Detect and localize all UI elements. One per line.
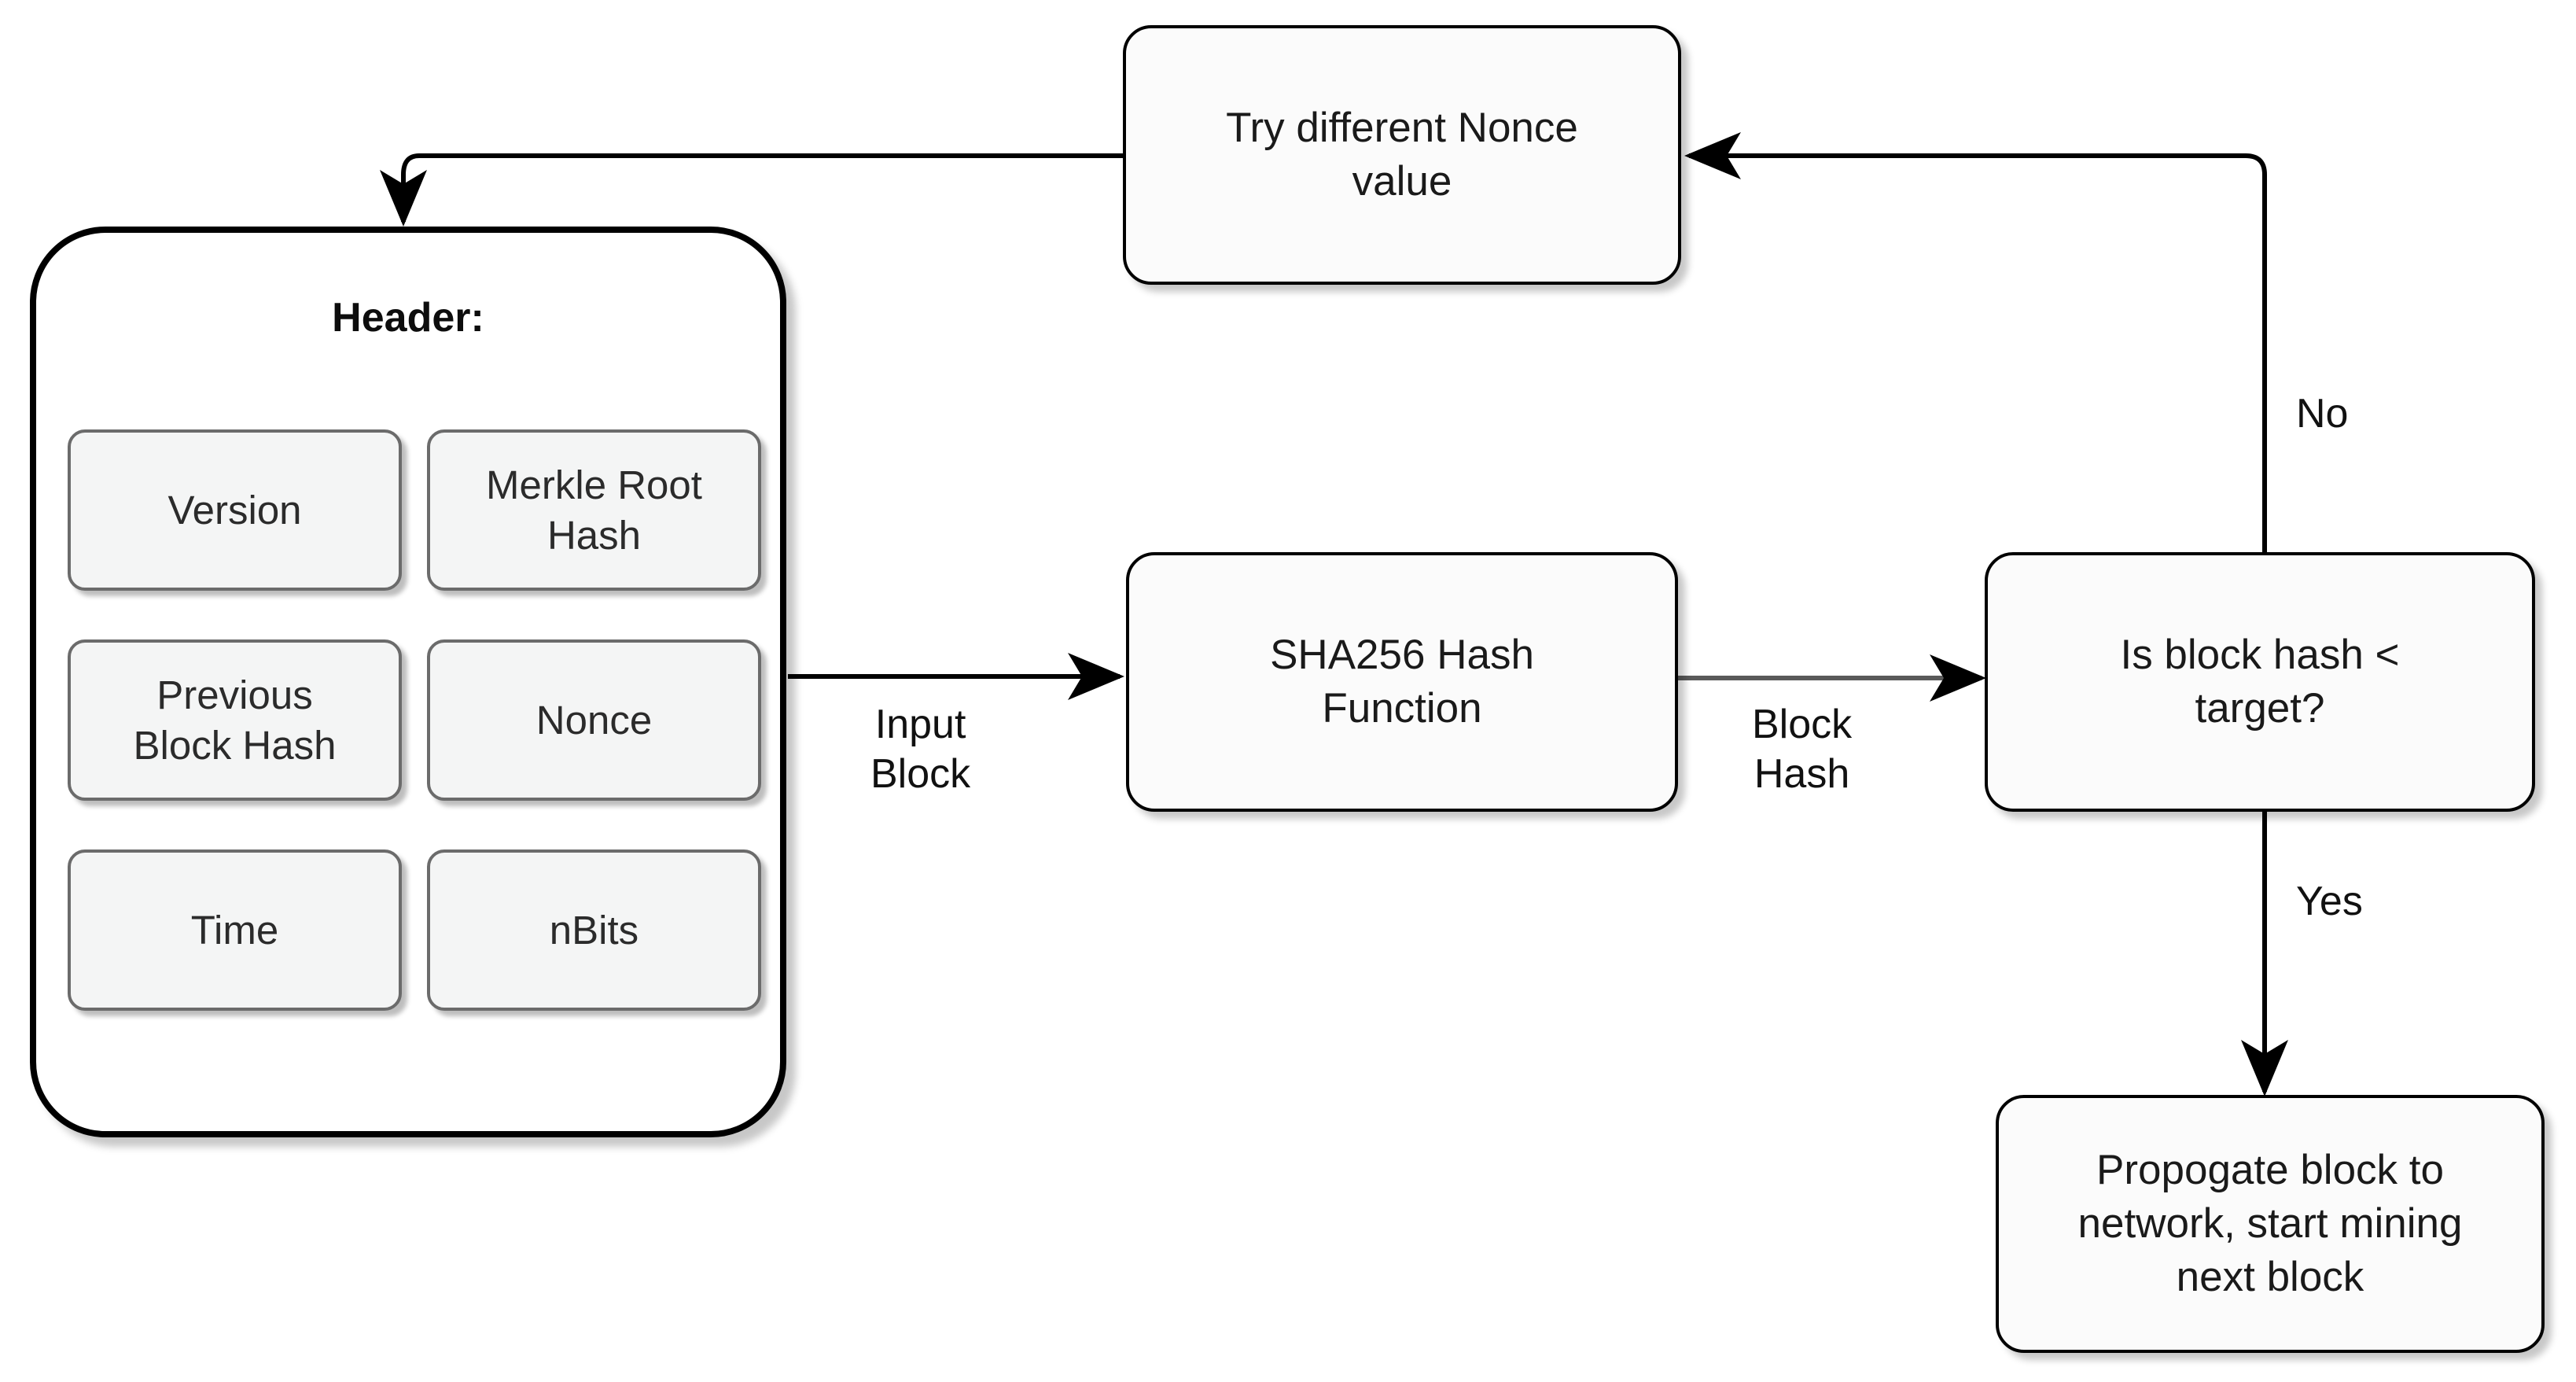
header-field-grid: Version Merkle Root Hash Previous Block … [68,429,761,1011]
diagram-canvas: Try different Nonce value Header: Versio… [0,0,2576,1382]
node-sha256-hash-function[interactable]: SHA256 Hash Function [1126,552,1678,812]
header-field-nonce[interactable]: Nonce [427,639,761,801]
edge-label-no: No [2296,391,2349,437]
header-field-time-label: Time [190,907,279,953]
edge-label-block-hash: Block Hash [1752,702,1853,798]
header-title: Header: [332,295,484,341]
header-field-previous-block-hash-label: Previous Block Hash [133,673,337,768]
edge-label-yes: Yes [2296,879,2363,924]
header-field-version[interactable]: Version [68,429,402,591]
header-field-version-label: Version [167,487,302,533]
header-field-nonce-label: Nonce [535,697,653,743]
header-field-nbits[interactable]: nBits [427,849,761,1011]
edge-label-input-block: Input Block [870,702,971,798]
header-field-nbits-label: nBits [549,907,639,953]
header-field-time[interactable]: Time [68,849,402,1011]
node-try-different-nonce-label: Try different Nonce value [1226,105,1578,205]
node-block-header[interactable]: Header: Version Merkle Root Hash Previou… [30,227,786,1137]
node-propagate-block-to-network-label: Propogate block to network, start mining… [2077,1147,2463,1300]
node-decision-label: Is block hash < target? [2120,632,2400,732]
header-field-merkle-root-hash[interactable]: Merkle Root Hash [427,429,761,591]
edge-decision-no-to-trynonce [1684,132,2267,553]
node-sha256-hash-function-label: SHA256 Hash Function [1270,632,1534,732]
edge-trynonce-to-header [380,153,1124,227]
header-field-merkle-root-hash-label: Merkle Root Hash [486,463,702,558]
node-decision-is-block-hash-less-than-target[interactable]: Is block hash < target? [1985,552,2535,812]
header-field-previous-block-hash[interactable]: Previous Block Hash [68,639,402,801]
node-propagate-block-to-network[interactable]: Propogate block to network, start mining… [1996,1095,2545,1353]
node-try-different-nonce[interactable]: Try different Nonce value [1123,25,1681,285]
